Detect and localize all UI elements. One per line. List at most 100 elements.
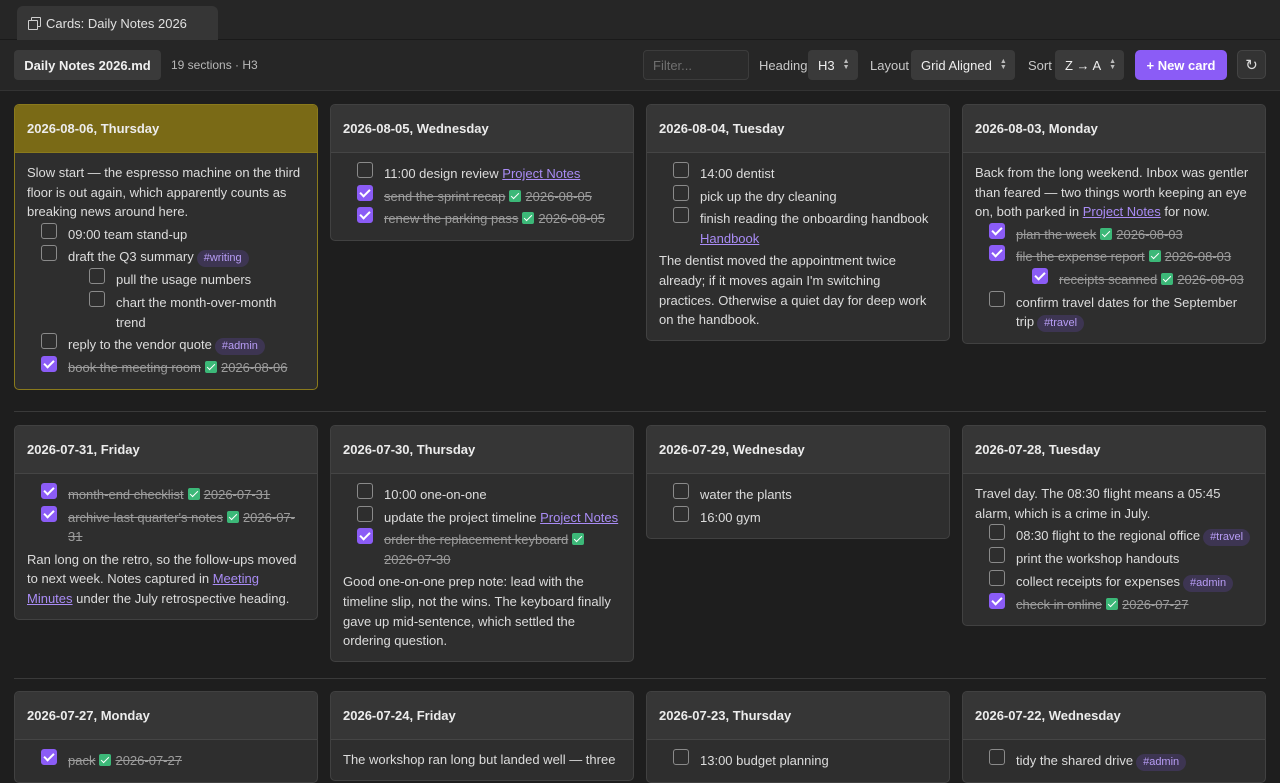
internal-link[interactable]: Handbook — [700, 231, 759, 246]
task-checkbox[interactable] — [357, 162, 373, 178]
section-count: 19 sections · H3 — [171, 58, 258, 72]
note-card[interactable]: 2026-07-27, Monday pack 2026-07-27 — [14, 691, 318, 783]
text-run: The dentist moved the appointment twice … — [659, 253, 927, 328]
refresh-button[interactable]: ↻ — [1237, 50, 1266, 79]
card-body: 13:00 budget planning — [647, 740, 949, 782]
task-checkbox[interactable] — [357, 184, 373, 201]
layout-select[interactable]: Grid Aligned ▲ ▼ — [911, 50, 1015, 80]
text-run: under the July retrospective heading. — [72, 590, 290, 606]
task-checkbox[interactable] — [673, 505, 689, 522]
paragraph-text: Slow start — the espresso machine on the… — [27, 165, 300, 219]
task-checkbox[interactable] — [41, 333, 57, 350]
tab-title: Cards: Daily Notes 2026 — [46, 15, 187, 31]
heading-label: Heading — [759, 57, 808, 73]
task-text: chart the month-over-month trend — [116, 293, 305, 332]
card-title: 2026-07-29, Wednesday — [647, 426, 949, 474]
card-paragraph: Travel day. The 08:30 flight means a 05:… — [975, 484, 1253, 523]
task-checkbox[interactable] — [673, 749, 689, 765]
text-run: month-end checklist — [68, 487, 184, 502]
internal-link[interactable]: Project Notes — [502, 166, 580, 181]
done-check-icon — [572, 533, 585, 546]
task-checkbox[interactable] — [357, 207, 373, 224]
tag-pill[interactable]: #travel — [1203, 529, 1251, 547]
text-run: 2026-08-06 — [220, 360, 288, 376]
task-item: renew the parking pass 2026-08-05 — [343, 207, 621, 229]
card-title: 2026-07-23, Thursday — [647, 692, 949, 740]
task-checkbox[interactable] — [989, 245, 1005, 262]
task-item: draft the Q3 summary #writing — [27, 245, 305, 268]
task-checkbox[interactable] — [357, 505, 373, 522]
tab-cards[interactable]: Cards: Daily Notes 2026 — [17, 6, 218, 40]
card-title: 2026-07-24, Friday — [331, 692, 633, 740]
text-run: Slow start — the espresso machine on the… — [27, 165, 301, 220]
note-card[interactable]: 2026-07-28, Tuesday Travel day. The 08:30… — [962, 425, 1266, 627]
task-text: update the project timeline Project Note… — [384, 508, 618, 528]
tag-pill[interactable]: #admin — [214, 338, 265, 356]
note-card[interactable]: 2026-08-06, Thursday Slow start — the esp… — [14, 104, 318, 390]
task-checkbox[interactable] — [673, 184, 689, 201]
note-card[interactable]: 2026-07-24, Friday The workshop ran long … — [330, 691, 634, 781]
task-checkbox[interactable] — [989, 569, 1005, 586]
task-item: print the workshop handouts — [975, 547, 1253, 569]
note-card[interactable]: 2026-08-04, Tuesday 14:00 dentist pick up … — [646, 104, 950, 341]
task-item: check in online 2026-07-27 — [975, 592, 1253, 615]
note-card[interactable]: 2026-07-22, Wednesday tidy the shared dri… — [962, 691, 1266, 783]
task-text: 16:00 gym — [700, 508, 761, 528]
task-checkbox[interactable] — [989, 222, 1005, 239]
note-card[interactable]: 2026-07-30, Thursday 10:00 one-on-one upda… — [330, 425, 634, 662]
internal-link[interactable]: Project Notes — [540, 510, 618, 525]
task-item: 08:30 flight to the regional office #trav… — [975, 524, 1253, 547]
note-card[interactable]: 2026-08-05, Wednesday 11:00 design review… — [330, 104, 634, 241]
tag-pill[interactable]: #admin — [1136, 754, 1187, 771]
file-name-button[interactable]: Daily Notes 2026.md — [14, 50, 161, 80]
task-checkbox[interactable] — [89, 290, 105, 307]
note-card[interactable]: 2026-07-29, Wednesday water the plants 16:… — [646, 425, 950, 540]
task-checkbox[interactable] — [89, 268, 105, 285]
task-text: confirm travel dates for the September t… — [1016, 293, 1253, 333]
tag-pill[interactable]: #travel — [1037, 315, 1085, 333]
task-checkbox[interactable] — [41, 505, 57, 522]
task-checkbox[interactable] — [41, 245, 57, 262]
paragraph-text: Travel day. The 08:30 flight means a 05:… — [975, 486, 1220, 521]
task-checkbox[interactable] — [357, 483, 373, 499]
heading-select[interactable]: H3 ▲ ▼ — [808, 50, 858, 80]
card-paragraph: Ran long on the retro, so the follow-ups… — [27, 550, 305, 609]
task-item: send the sprint recap 2026-08-05 — [343, 184, 621, 207]
task-checkbox[interactable] — [41, 749, 57, 765]
paragraph-text: Good one-on-one prep note: lead with the… — [343, 574, 611, 648]
task-checkbox[interactable] — [989, 524, 1005, 541]
card-paragraph: The dentist moved the appointment twice … — [659, 251, 937, 329]
task-checkbox[interactable] — [989, 547, 1005, 564]
task-item: book the meeting room 2026-08-06 — [27, 356, 305, 378]
note-card[interactable]: 2026-07-31, Friday month-end checklist 202… — [14, 425, 318, 620]
task-text: pack 2026-07-27 — [68, 751, 182, 771]
text-run: plan the week — [1016, 226, 1097, 242]
task-checkbox[interactable] — [673, 162, 689, 178]
task-checkbox[interactable] — [41, 222, 57, 239]
sort-select[interactable]: Z → A ▲ ▼ — [1055, 50, 1125, 80]
text-run: order the replacement keyboard — [384, 532, 569, 548]
text-run: Travel day. The 08:30 flight means a 05:… — [975, 486, 1221, 521]
note-card[interactable]: 2026-08-03, Monday Back from the long wee… — [962, 104, 1266, 345]
filter-input[interactable] — [653, 57, 743, 73]
task-checkbox[interactable] — [41, 483, 57, 499]
task-checkbox[interactable] — [673, 207, 689, 224]
done-check-icon — [1100, 227, 1113, 240]
task-checkbox[interactable] — [357, 528, 373, 545]
filter-field[interactable] — [643, 50, 749, 80]
task-checkbox[interactable] — [989, 592, 1005, 609]
task-checkbox[interactable] — [41, 356, 57, 373]
tag-pill[interactable]: #admin — [1183, 574, 1234, 592]
internal-link[interactable]: Project Notes — [1083, 204, 1161, 219]
text-run: water the plants — [700, 487, 792, 502]
card-title: 2026-08-05, Wednesday — [331, 105, 633, 153]
task-checkbox[interactable] — [989, 290, 1005, 307]
tag-pill[interactable]: #writing — [196, 250, 249, 268]
note-card[interactable]: 2026-07-23, Thursday 13:00 budget plannin… — [646, 691, 950, 783]
new-card-button[interactable]: + New card — [1135, 50, 1227, 80]
task-checkbox[interactable] — [673, 483, 689, 499]
text-run: pack — [68, 753, 96, 768]
task-checkbox[interactable] — [1032, 267, 1048, 284]
task-checkbox[interactable] — [989, 749, 1005, 765]
text-run: collect receipts for expenses — [1016, 573, 1181, 589]
